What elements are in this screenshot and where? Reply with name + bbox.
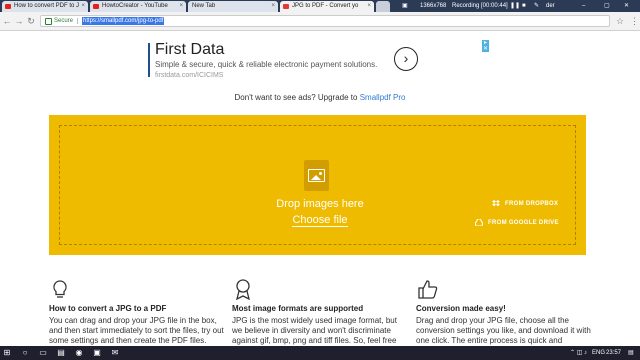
google-drive-button[interactable]: FROM GOOGLE DRIVE [475,219,559,226]
camera-icon: ▣ [402,3,408,9]
adchoices-icon[interactable]: ▸ ✕ [482,40,489,52]
close-icon[interactable]: × [367,1,371,12]
menu-icon[interactable]: ⋮ [630,15,639,27]
feature-text: Drag and drop your JPG file, choose all … [416,316,591,345]
pen-icon[interactable]: ✎ [534,0,539,12]
url-text[interactable]: https://smallpdf.com/jpg-to-pdf [82,17,165,25]
no-ads-text: Don't want to see ads? Upgrade to [234,93,360,102]
notifications-icon[interactable]: ▤ [628,346,634,360]
maximize-icon[interactable]: ▢ [604,0,610,12]
tab-how-to-convert[interactable]: How to convert PDF to J × [2,1,88,12]
taskbar: ⊞ ○ ▭ ▤ ◉ ▣ ✉ ⌃ ◫ ♪ ENG 23:57 ▤ [0,346,640,360]
close-icon[interactable]: × [271,1,275,12]
tab-youtube[interactable]: HowtoCreator - YouTube × [90,1,186,12]
youtube-icon [5,4,11,9]
reload-icon[interactable]: ↻ [26,15,36,27]
google-drive-label[interactable]: FROM GOOGLE DRIVE [488,220,559,226]
star-icon[interactable]: ☆ [616,15,624,27]
tab-title: New Tab [192,3,216,9]
advertisement[interactable]: First Data Simple & secure, quick & reli… [148,38,488,82]
resolution-label: 1366x768 [420,3,447,9]
tab-title: How to convert PDF to J [14,3,80,9]
store-icon[interactable]: ▣ [92,348,102,358]
secure-label: Secure [54,18,74,24]
feature-text: You can drag and drop your JPG file in t… [49,316,224,345]
ad-url[interactable]: firstdata.com/ICICIMS [155,72,223,79]
feature-title: How to convert a JPG to a PDF [49,304,167,313]
close-icon[interactable]: × [81,1,85,12]
smallpdf-icon [283,4,289,9]
language-indicator[interactable]: ENG [592,346,605,360]
mail-icon[interactable]: ✉ [110,348,120,358]
smallpdf-pro-link[interactable]: Smallpdf Pro [360,93,406,102]
search-icon[interactable]: ○ [20,348,30,358]
tray-icons[interactable]: ⌃ ◫ ♪ [570,346,587,360]
feature-title: Most image formats are supported [232,304,364,313]
tab-title: JPG to PDF - Convert yo [292,3,359,9]
ad-title[interactable]: First Data [155,41,224,59]
pause-icon[interactable]: ❚❚ [510,0,520,12]
image-file-icon [304,160,329,191]
medal-icon [236,279,250,300]
forward-icon[interactable]: → [14,15,24,27]
ad-accent-bar [148,43,150,77]
user-name: der [546,3,555,9]
window-close-icon[interactable]: ✕ [624,0,629,12]
navigation-bar: ← → ↻ Secure https://smallpdf.com/jpg-to… [0,12,640,31]
stop-icon[interactable]: ■ [522,0,526,12]
close-icon[interactable]: × [179,1,183,12]
tab-jpg-to-pdf[interactable]: JPG to PDF - Convert yo × [280,1,374,12]
back-icon[interactable]: ← [2,15,12,27]
divider [77,18,78,24]
chevron-right-icon[interactable]: › [394,47,418,71]
tab-title: HowtoCreator - YouTube [102,3,168,9]
dropbox-icon [492,200,500,207]
address-bar[interactable]: Secure https://smallpdf.com/jpg-to-pdf [40,15,610,27]
lock-icon [45,18,52,25]
dropbox-label[interactable]: FROM DROPBOX [505,201,558,207]
choose-file-label[interactable]: Choose file [292,214,348,227]
chrome-icon[interactable]: ◉ [74,348,84,358]
task-view-icon[interactable]: ▭ [38,348,48,358]
no-ads-notice: Don't want to see ads? Upgrade to Smallp… [0,93,640,102]
new-tab-button[interactable] [376,1,390,12]
feature-text: JPG is the most widely used image format… [232,316,397,345]
lightbulb-icon [53,280,67,298]
file-explorer-icon[interactable]: ▤ [56,348,66,358]
minimize-icon[interactable]: – [582,0,585,12]
google-drive-icon [475,219,483,226]
feature-title: Conversion made easy! [416,304,506,313]
ad-subtitle: Simple & secure, quick & reliable electr… [155,60,378,69]
windows-start-icon[interactable]: ⊞ [2,348,12,358]
tab-new-tab[interactable]: New Tab × [188,1,278,12]
tab-strip: How to convert PDF to J × HowtoCreator -… [0,0,640,12]
clock[interactable]: 23:57 [606,346,621,360]
recording-status: Recording [00:00:44] [452,3,508,9]
youtube-icon [93,4,99,9]
dropbox-button[interactable]: FROM DROPBOX [492,200,558,207]
thumbs-up-icon [418,280,438,299]
